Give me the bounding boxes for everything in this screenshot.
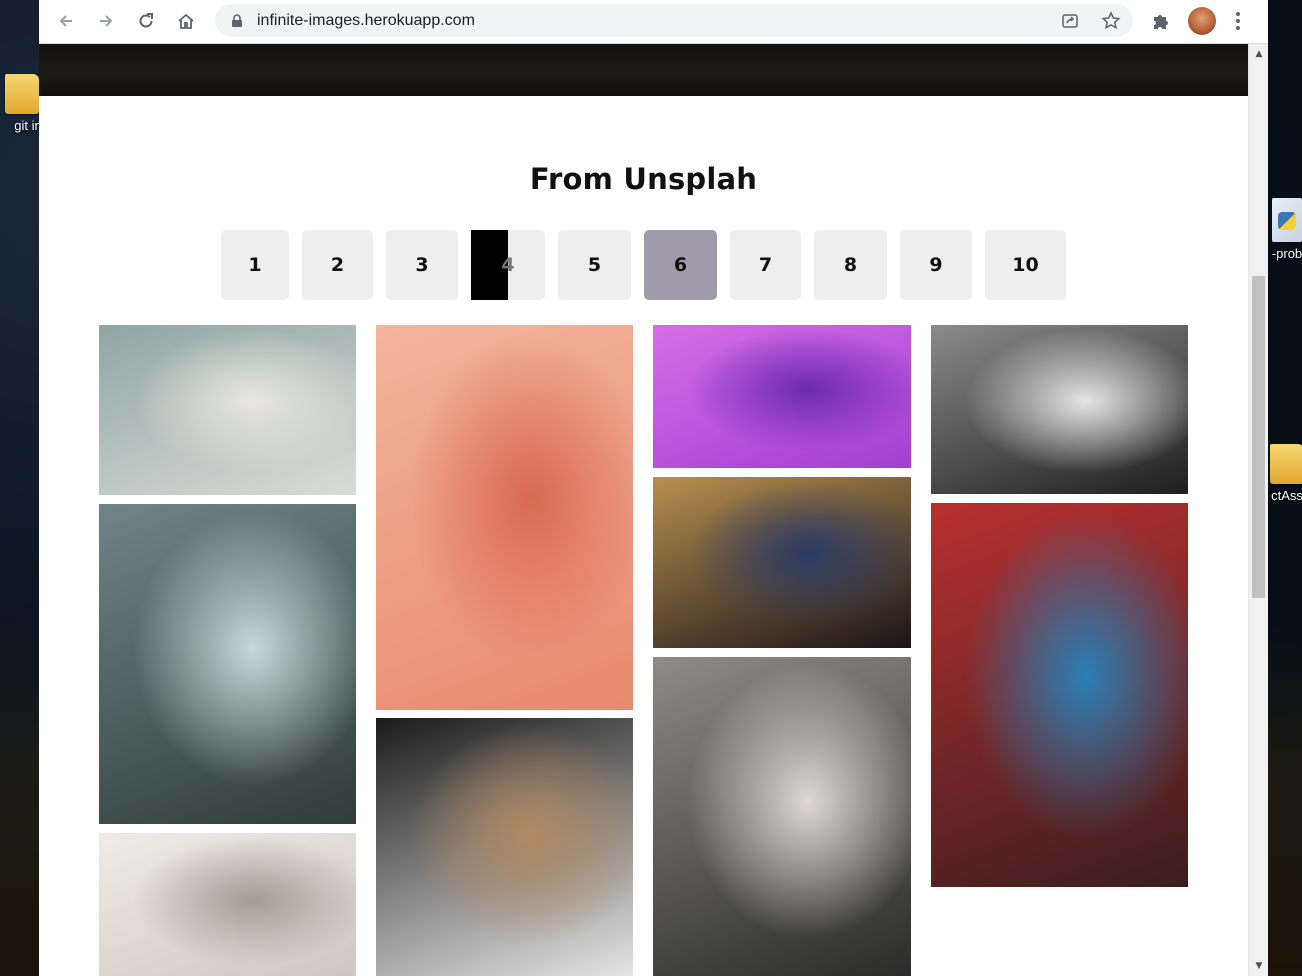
scroll-up-arrow-icon[interactable]: ▲ [1249, 46, 1268, 62]
arrow-right-icon [100, 15, 113, 27]
browser-window: infinite-images.herokuapp.com From Unspl… [39, 0, 1268, 976]
python-file-icon [1272, 198, 1302, 242]
gallery-image-laptop-on-bench[interactable] [99, 325, 356, 495]
hero-image-bottom [39, 44, 1248, 96]
gallery-image-christmas-tree-living-room[interactable] [653, 657, 911, 976]
desktop-folder-ctass[interactable]: ctAss [1262, 444, 1302, 503]
gallery-image-child-christmas-lights[interactable] [653, 477, 911, 648]
desktop-icon-label: git in [14, 118, 42, 133]
page-button-8[interactable]: 8 [814, 230, 887, 300]
lock-icon [232, 14, 242, 27]
desktop-icon-label: ctAss [1271, 488, 1302, 503]
back-button[interactable] [52, 7, 80, 35]
page-title: From Unsplah [529, 162, 758, 196]
address-bar[interactable]: infinite-images.herokuapp.com [215, 4, 1133, 37]
page-viewport: From Unsplah 1 2 3 4 5 6 7 8 9 10 [39, 44, 1248, 976]
page-button-4[interactable]: 4 [471, 230, 545, 300]
url-text: infinite-images.herokuapp.com [257, 12, 475, 29]
gallery-image-calligraphy-black-white[interactable] [931, 325, 1188, 494]
gallery-image-person-pink-hat-striped-pants[interactable] [376, 325, 633, 710]
gallery-image-purple-coins-falling[interactable] [653, 325, 911, 468]
page-button-5[interactable]: 5 [558, 230, 631, 300]
gallery-image-woman-parking-garage-neon[interactable] [931, 503, 1188, 887]
page-button-6[interactable]: 6 [644, 230, 717, 300]
reload-button[interactable] [132, 7, 160, 35]
page-button-9[interactable]: 9 [900, 230, 972, 300]
scrollbar[interactable]: ▲ ▼ [1248, 44, 1268, 976]
gallery-image-snowy-forest-cabin[interactable] [99, 504, 356, 824]
forward-button[interactable] [92, 7, 120, 35]
reload-icon [139, 13, 153, 28]
kebab-menu-icon[interactable] [1235, 11, 1241, 31]
scroll-down-arrow-icon[interactable]: ▼ [1249, 958, 1268, 974]
gallery-image-white-fur-blanket[interactable] [99, 833, 356, 976]
puzzle-icon[interactable] [1151, 11, 1171, 31]
desktop-icon-label: -prob [1271, 246, 1302, 261]
folder-icon [1270, 444, 1302, 484]
folder-icon [5, 74, 39, 114]
profile-avatar[interactable] [1188, 7, 1216, 35]
gallery-image-sony-camera-hands[interactable] [376, 718, 633, 976]
home-icon [178, 13, 194, 29]
browser-toolbar: infinite-images.herokuapp.com [39, 0, 1268, 44]
page-button-2[interactable]: 2 [302, 230, 373, 300]
share-icon[interactable] [1061, 12, 1079, 30]
desktop-file-prob[interactable]: -prob [1262, 198, 1302, 261]
page-button-10[interactable]: 10 [985, 230, 1066, 300]
page-button-3[interactable]: 3 [386, 230, 458, 300]
scroll-thumb[interactable] [1252, 276, 1265, 598]
page-button-7[interactable]: 7 [730, 230, 801, 300]
page-button-1[interactable]: 1 [221, 230, 289, 300]
arrow-left-icon [59, 15, 72, 27]
star-icon[interactable] [1101, 11, 1121, 31]
home-button[interactable] [172, 7, 200, 35]
